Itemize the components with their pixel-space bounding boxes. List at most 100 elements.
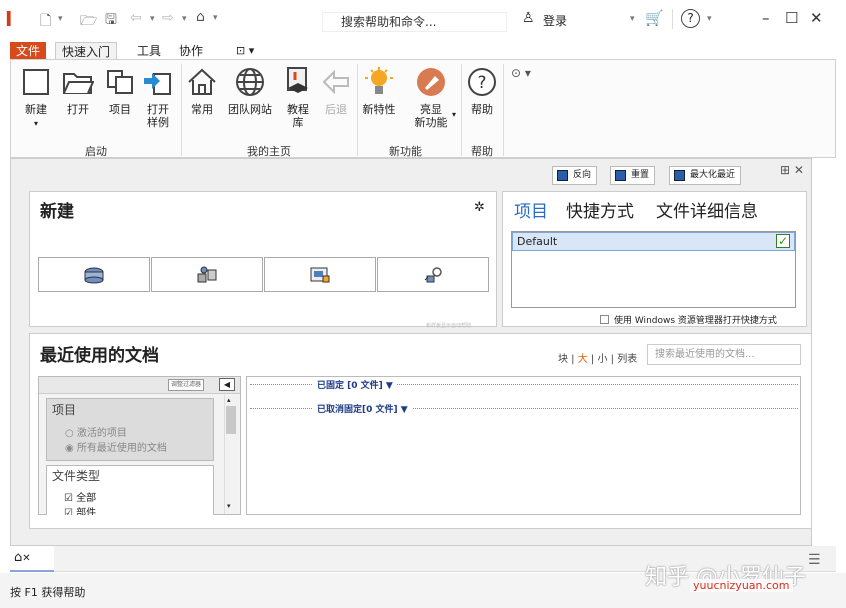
- ribbon: 新建 ▾ 打开 项目 打开 样例 启动 常用 团队网站 教程库 后退 我的主页 新特…: [10, 59, 836, 158]
- redo-icon[interactable]: ⇨: [162, 10, 174, 26]
- highlight-new-features-button[interactable]: 亮显 新功能: [409, 66, 453, 129]
- recent-documents-list: [246, 376, 801, 515]
- save-icon[interactable]: 🖫: [105, 9, 117, 33]
- scrollbar-thumb[interactable]: [226, 406, 236, 434]
- dropdown-arrow-icon[interactable]: ▾: [452, 110, 456, 119]
- new-template-tile[interactable]: [264, 257, 376, 292]
- svg-text:?: ?: [477, 73, 486, 93]
- view-small[interactable]: 小: [597, 354, 607, 365]
- help-circle-icon[interactable]: ?: [681, 9, 700, 28]
- login-link[interactable]: 登录: [543, 12, 567, 29]
- checkbox-all-types[interactable]: ☑ 全部: [64, 489, 96, 504]
- new-features-button[interactable]: 新特性: [359, 66, 399, 116]
- highlighter-icon: [417, 68, 445, 96]
- dropdown-arrow-icon[interactable]: ▾: [150, 14, 155, 24]
- panel-pin-close-icon[interactable]: ⊞ ✕: [780, 163, 804, 177]
- new-template-tile[interactable]: [38, 257, 150, 292]
- tab-shortcuts[interactable]: 快捷方式: [566, 197, 634, 222]
- radio-all-recent[interactable]: ◉ 所有最近使用的文档: [65, 439, 167, 454]
- menu-collaborate[interactable]: 协作: [173, 42, 209, 60]
- checkbox-part-type[interactable]: ☑ 部件: [64, 504, 96, 515]
- team-site-button[interactable]: 团队网站: [223, 66, 277, 116]
- tutorial-icon: [287, 67, 308, 93]
- collapse-filter-icon[interactable]: ◀: [219, 378, 235, 391]
- watermark-url: yuucnizyuan.com: [690, 579, 793, 592]
- lightbulb-icon: [365, 67, 393, 94]
- scroll-up-icon[interactable]: ▴: [227, 396, 231, 404]
- group-label-help: 帮助: [471, 145, 493, 158]
- app-logo-icon[interactable]: I: [5, 9, 17, 29]
- filetype-filter-header: 文件类型: [52, 469, 101, 483]
- new-panel-hint: 新样板显示自动帮助: [426, 323, 472, 329]
- unpinned-group-header[interactable]: 已取消固定[0 文件] ▼: [313, 402, 412, 415]
- new-doc-icon[interactable]: 🗋: [40, 10, 51, 34]
- reset-icon: [615, 170, 626, 181]
- pinned-group-header[interactable]: 已固定 [0 文件] ▼: [313, 378, 397, 391]
- project-item-default[interactable]: Default: [512, 232, 795, 251]
- home-tab[interactable]: ⌂✕: [10, 546, 54, 572]
- help-button[interactable]: ? 帮助: [465, 66, 499, 116]
- back-button[interactable]: 后退: [319, 66, 353, 116]
- group-separator: [357, 64, 358, 156]
- user-icon[interactable]: ♙: [522, 10, 535, 26]
- project-active-checkbox[interactable]: ✓: [776, 234, 790, 248]
- group-label-new-features: 新功能: [389, 145, 422, 158]
- new-template-tile[interactable]: [377, 257, 489, 292]
- help-search-input[interactable]: 搜索帮助和命令...: [322, 12, 507, 32]
- menu-file[interactable]: 文件: [10, 42, 47, 60]
- cart-icon[interactable]: 🛒: [645, 9, 664, 27]
- close-button[interactable]: ✕: [810, 9, 823, 27]
- dropdown-arrow-icon[interactable]: ▾: [630, 14, 635, 24]
- gear-icon[interactable]: ✲: [474, 200, 485, 215]
- reverse-button[interactable]: 反向: [552, 166, 598, 185]
- title-bar: I 🗋 ▾ 🗁 🖫 ⇦ ▾ ⇨ ▾ ⌂ ▾ ▸ 搜索帮助和命令... ♙ 登录 …: [0, 0, 846, 40]
- new-template-tile[interactable]: [151, 257, 263, 292]
- menu-icon[interactable]: ☰: [808, 552, 821, 568]
- tutorial-library-button[interactable]: 教程库: [281, 66, 315, 129]
- divider: [672, 9, 673, 29]
- dropdown-arrow-icon[interactable]: ▾: [707, 14, 712, 24]
- maximize-button[interactable]: ☐: [785, 9, 798, 27]
- dropdown-arrow-icon[interactable]: ▾: [58, 14, 63, 24]
- project-filter-header: 项目: [52, 403, 77, 417]
- home-icon[interactable]: ⌂: [196, 9, 205, 25]
- recent-search-input[interactable]: 搜索最近使用的文档...: [647, 344, 801, 365]
- reverse-icon: [557, 170, 568, 181]
- ribbon-display-options-icon[interactable]: ⊡ ▾: [230, 42, 260, 60]
- radio-active-project[interactable]: ○ 激活的项目: [65, 424, 127, 439]
- part-template-icon: [84, 267, 104, 284]
- group-separator: [461, 64, 462, 156]
- project-button[interactable]: 项目: [103, 66, 137, 116]
- tab-file-details[interactable]: 文件详细信息: [656, 197, 758, 222]
- common-button[interactable]: 常用: [185, 66, 219, 116]
- view-block[interactable]: 块: [558, 354, 568, 365]
- reset-button[interactable]: 重置: [610, 166, 656, 185]
- maximize-recent-icon: [674, 170, 685, 181]
- open-folder-icon: [63, 73, 94, 94]
- assembly-template-icon: [197, 266, 217, 283]
- customize-arrow-icon[interactable]: ▾: [213, 13, 218, 23]
- open-sample-button[interactable]: 打开 样例: [141, 66, 175, 129]
- project-icon: [107, 70, 133, 94]
- undo-icon[interactable]: ⇦: [130, 10, 142, 26]
- new-button[interactable]: 新建 ▾: [16, 66, 56, 130]
- scroll-down-icon[interactable]: ▾: [227, 502, 231, 510]
- menu-bar: 文件 快速入门 工具 协作 ⊡ ▾: [0, 40, 846, 60]
- new-panel-title: 新建: [40, 202, 74, 222]
- maximize-recent-button[interactable]: 最大化最近: [669, 166, 742, 185]
- view-large[interactable]: 大: [578, 354, 588, 365]
- group-separator: [503, 64, 504, 156]
- menu-tools[interactable]: 工具: [131, 42, 167, 60]
- close-tab-icon[interactable]: ✕: [22, 553, 30, 564]
- dropdown-arrow-icon[interactable]: ▾: [182, 14, 187, 24]
- minimize-button[interactable]: –: [762, 9, 770, 27]
- ribbon-options-icon[interactable]: ⊙ ▾: [511, 66, 531, 80]
- view-list[interactable]: 列表: [617, 354, 637, 365]
- open-button[interactable]: 打开: [60, 66, 96, 116]
- adjust-filter-button[interactable]: 调整过滤器: [168, 379, 205, 391]
- tab-projects[interactable]: 项目: [514, 197, 548, 222]
- back-arrow-icon: [322, 69, 349, 95]
- open-folder-icon[interactable]: 🗁: [80, 10, 97, 34]
- explorer-option-checkbox[interactable]: 使用 Windows 资源管理器打开快捷方式: [600, 313, 777, 326]
- menu-quick-start[interactable]: 快速入门: [55, 42, 118, 60]
